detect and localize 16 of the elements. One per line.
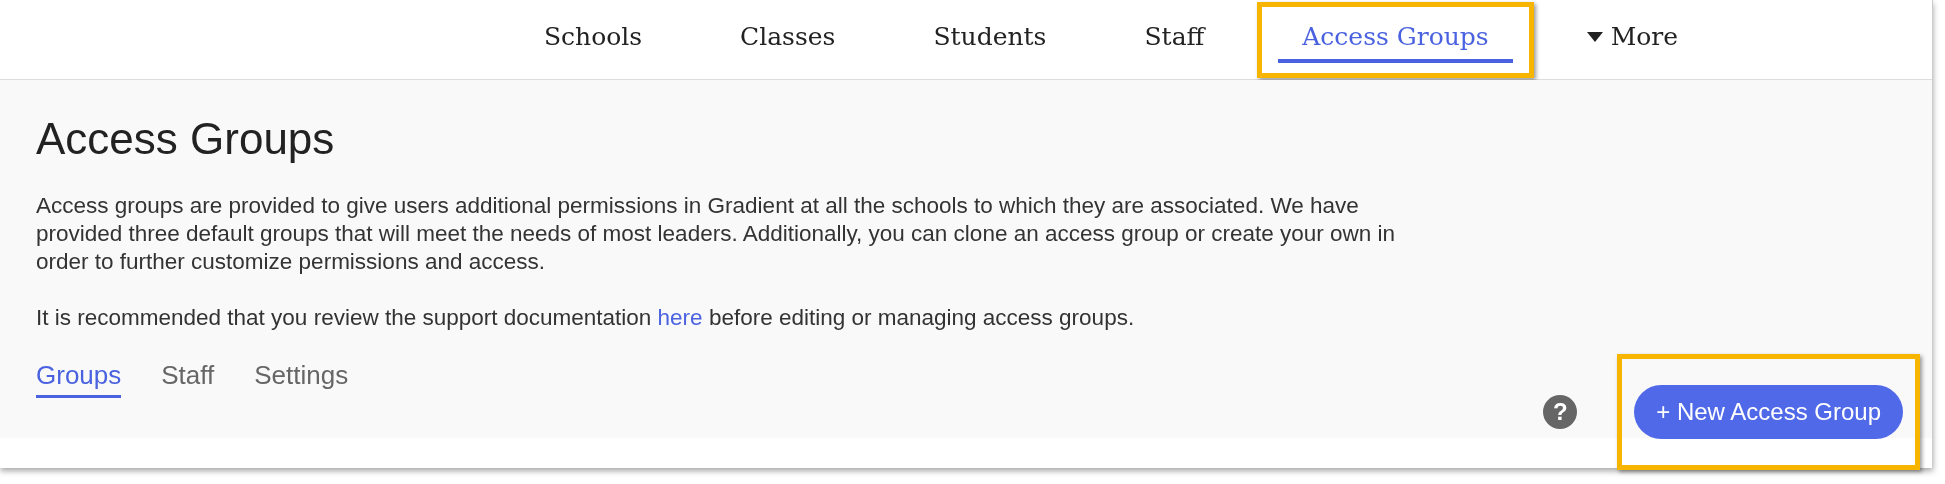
intro-text: Access groups are provided to give users additional permissions in Gradient at all the schools to which they are associated. We have provided three default groups that will meet the needs of most leaders. Additionally, you can clone an access group or create your own in order to further customize permissions and access.: [36, 192, 1397, 276]
here-link[interactable]: here: [657, 305, 703, 330]
nav-link[interactable]: Students: [909, 16, 1071, 63]
page-title: Access Groups: [36, 114, 336, 164]
nav-link[interactable]: Staff: [1120, 16, 1229, 63]
nav-link[interactable]: Access Groups: [1278, 16, 1513, 63]
nav-link[interactable]: Classes: [716, 16, 860, 63]
tab[interactable]: Settings: [254, 360, 349, 398]
tab[interactable]: Staff: [161, 360, 215, 398]
tab[interactable]: Groups: [36, 360, 122, 398]
new-access-group-button[interactable]: + New Access Group: [1634, 385, 1903, 439]
caret-icon: [1586, 31, 1603, 42]
help-icon[interactable]: ?: [1543, 395, 1578, 429]
note-text: It is recommended that you review the support documentation here before editing or managing access groups.: [36, 304, 1136, 332]
nav-link[interactable]: More: [1562, 16, 1703, 63]
nav-link[interactable]: Schools: [519, 16, 667, 63]
